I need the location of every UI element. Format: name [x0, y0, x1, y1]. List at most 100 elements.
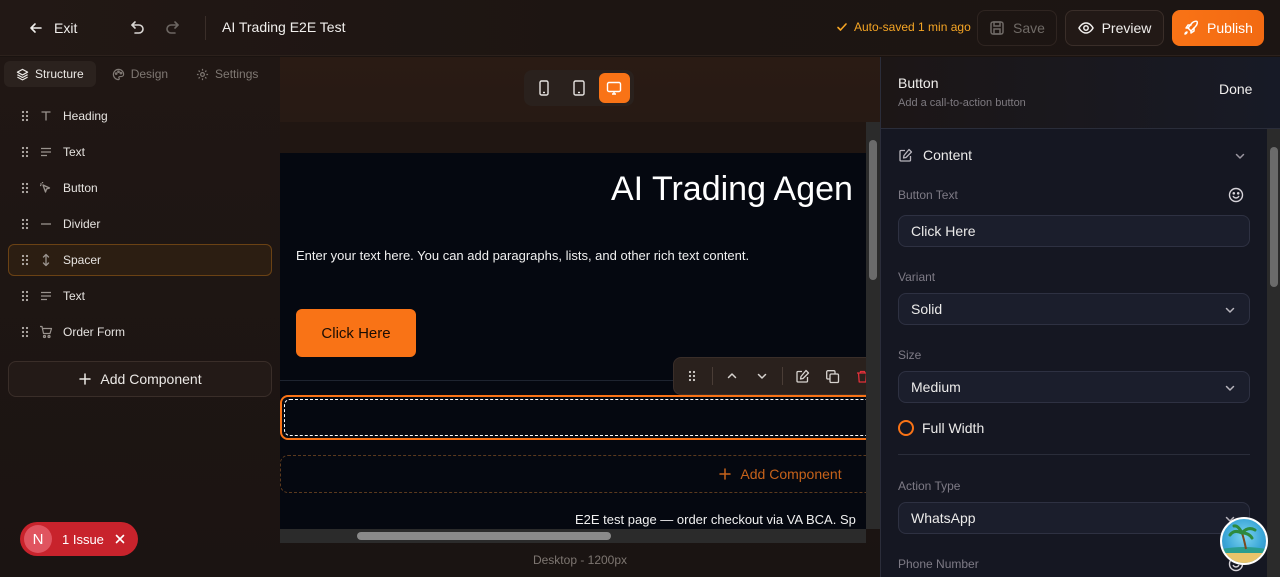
tablet-icon	[573, 80, 585, 96]
variant-value: Solid	[911, 301, 943, 317]
spacer-block-selected[interactable]	[280, 395, 866, 440]
device-mobile-button[interactable]	[528, 73, 559, 103]
preview-label: Preview	[1101, 20, 1152, 36]
canvas-area: AI Trading Agen Enter your text here. Yo…	[280, 57, 880, 577]
phone-number-label: Phone Number	[898, 557, 979, 571]
tree-item-label: Order Form	[63, 325, 126, 339]
variant-select[interactable]: Solid	[898, 293, 1250, 325]
full-width-toggle[interactable]: Full Width	[898, 420, 984, 436]
undo-icon	[131, 21, 144, 34]
delete-block-button[interactable]	[852, 365, 866, 387]
undo-button[interactable]	[128, 18, 146, 36]
top-bar: Exit AI Trading E2E Test Auto-saved 1 mi…	[0, 0, 1280, 56]
issue-avatar: N	[24, 525, 52, 553]
heading-icon	[41, 111, 51, 121]
tab-settings[interactable]: Settings	[184, 61, 270, 87]
footer-text[interactable]: E2E test page — order checkout via VA BC…	[575, 512, 856, 527]
panel-scrollbar[interactable]	[1267, 129, 1280, 577]
tree-item-label: Text	[63, 145, 86, 159]
tab-structure[interactable]: Structure	[4, 61, 96, 87]
add-component-button[interactable]: Add Component	[8, 361, 272, 397]
duplicate-block-button[interactable]	[823, 365, 843, 387]
tree-item-button[interactable]: Button	[8, 172, 272, 204]
drag-handle-icon[interactable]	[21, 326, 29, 338]
hero-cta-button[interactable]: Click Here	[296, 309, 416, 357]
button-text-input[interactable]: Click Here	[898, 215, 1250, 247]
sidebar-tabs: Structure Design Settings	[4, 61, 270, 93]
size-value: Medium	[911, 379, 961, 395]
canvas-vertical-scrollbar[interactable]	[866, 122, 880, 529]
rocket-icon	[1184, 20, 1199, 35]
structure-tree: Heading Text Button Divider Spacer Text	[8, 100, 272, 352]
close-icon[interactable]	[114, 533, 126, 545]
radio-button[interactable]	[898, 420, 914, 436]
hero-text[interactable]: Enter your text here. You can add paragr…	[296, 248, 749, 263]
preview-button[interactable]: Preview	[1065, 10, 1164, 46]
tree-item-divider[interactable]: Divider	[8, 208, 272, 240]
add-component-dropzone-label: Add Component	[740, 466, 842, 482]
redo-button[interactable]	[164, 18, 182, 36]
emoji-icon[interactable]	[1228, 187, 1244, 203]
publish-button[interactable]: Publish	[1172, 10, 1264, 46]
add-component-dropzone[interactable]: Add Component	[280, 455, 866, 493]
variant-label: Variant	[898, 270, 936, 284]
drag-handle-icon[interactable]	[21, 290, 29, 302]
tree-item-label: Button	[63, 181, 98, 195]
move-down-button[interactable]	[752, 365, 772, 387]
scrollbar-thumb[interactable]	[1270, 147, 1278, 287]
tree-item-order-form[interactable]: Order Form	[8, 316, 272, 348]
move-up-button[interactable]	[723, 365, 743, 387]
scrollbar-thumb[interactable]	[869, 140, 877, 280]
check-icon	[837, 23, 847, 31]
drag-handle-icon[interactable]	[21, 146, 29, 158]
edit-icon	[796, 369, 810, 383]
exit-label: Exit	[54, 20, 78, 36]
drag-handle-icon	[688, 370, 695, 382]
redo-icon	[166, 21, 179, 34]
add-component-label: Add Component	[100, 371, 202, 387]
tree-item-heading[interactable]: Heading	[8, 100, 272, 132]
tab-design[interactable]: Design	[100, 61, 180, 87]
content-section-header[interactable]: Content	[898, 147, 1248, 163]
size-label: Size	[898, 348, 922, 362]
action-type-select[interactable]: WhatsApp	[898, 502, 1250, 534]
panel-divider	[898, 454, 1250, 455]
chevron-down-icon[interactable]	[1233, 149, 1247, 163]
arrow-left-icon	[30, 23, 42, 33]
eye-icon	[1077, 22, 1094, 34]
drag-block-button[interactable]	[682, 365, 702, 387]
panel-subtitle: Add a call-to-action button	[898, 97, 1026, 109]
assistant-avatar[interactable]	[1220, 517, 1268, 565]
scrollbar-thumb[interactable]	[357, 532, 611, 540]
toolbar-separator	[782, 367, 783, 385]
structure-sidebar: Structure Design Settings Heading Text B…	[0, 57, 280, 577]
save-button[interactable]: Save	[977, 10, 1057, 46]
canvas-horizontal-scrollbar[interactable]	[280, 529, 866, 543]
tree-item-text[interactable]: Text	[8, 136, 272, 168]
full-width-label: Full Width	[922, 420, 985, 436]
edit-icon	[899, 148, 913, 162]
drag-handle-icon[interactable]	[21, 110, 29, 122]
tree-item-text-2[interactable]: Text	[8, 280, 272, 312]
device-tablet-button[interactable]	[563, 73, 594, 103]
device-desktop-button[interactable]	[598, 73, 630, 103]
tree-item-label: Text	[63, 289, 86, 303]
text-lines-icon	[41, 147, 51, 157]
edit-block-button[interactable]	[793, 365, 813, 387]
drag-handle-icon[interactable]	[21, 218, 29, 230]
panel-header: Button Add a call-to-action button Done	[881, 57, 1280, 129]
done-button[interactable]: Done	[1219, 81, 1252, 97]
action-type-label: Action Type	[898, 479, 961, 493]
vertical-arrows-icon	[42, 253, 50, 267]
chevron-up-icon	[728, 373, 737, 379]
hero-heading[interactable]: AI Trading Agen	[611, 170, 853, 209]
drag-handle-icon[interactable]	[21, 254, 29, 266]
size-select[interactable]: Medium	[898, 371, 1250, 403]
tree-item-spacer[interactable]: Spacer	[8, 244, 272, 276]
exit-button[interactable]: Exit	[20, 14, 85, 42]
plus-icon	[79, 373, 92, 385]
mobile-icon	[538, 80, 549, 96]
drag-handle-icon[interactable]	[21, 182, 29, 194]
block-floating-toolbar	[673, 357, 866, 395]
issue-badge[interactable]: N 1 Issue	[20, 522, 138, 556]
